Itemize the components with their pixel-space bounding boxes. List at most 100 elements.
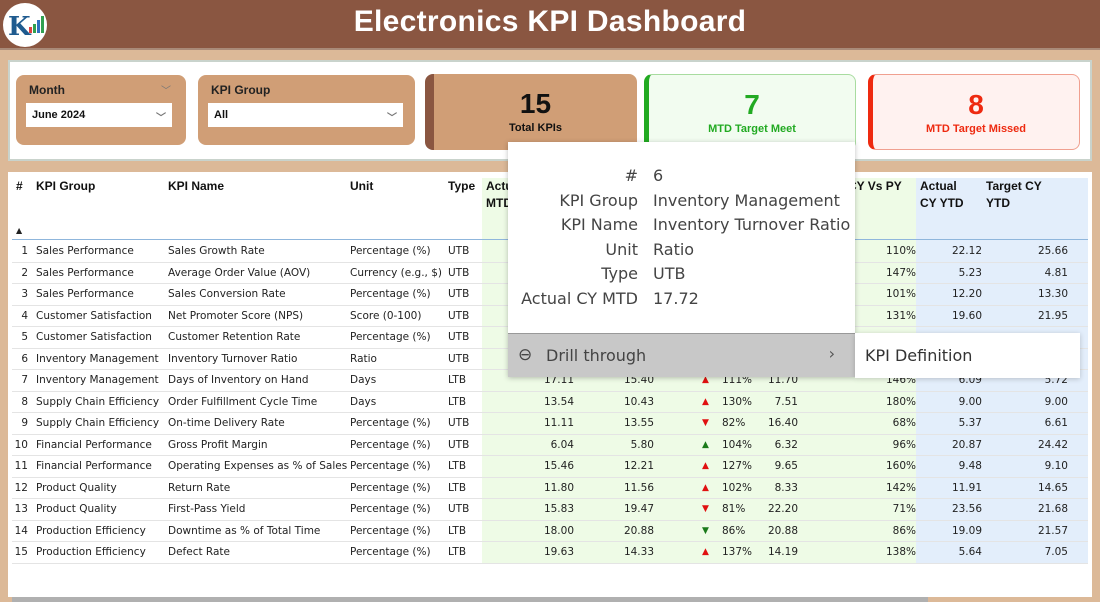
drill-through-icon: ⊖ bbox=[518, 345, 533, 365]
cell-py: 7.51 bbox=[774, 395, 798, 408]
cell-unit: Percentage (%) bbox=[350, 245, 431, 257]
target-missed-value: 8 bbox=[968, 89, 984, 120]
cell-a: 15.83 bbox=[543, 503, 574, 515]
cell-name: Inventory Turnover Ratio bbox=[168, 352, 298, 365]
target-meet-value: 7 bbox=[744, 89, 760, 120]
horizontal-scrollbar[interactable] bbox=[12, 597, 928, 602]
cell-a: 18.00 bbox=[543, 524, 574, 537]
table-row[interactable]: 8 Supply Chain Efficiency Order Fulfillmen… bbox=[12, 392, 1088, 413]
month-value: June 2024 bbox=[32, 109, 86, 121]
cell-ty: 21.68 bbox=[1037, 503, 1068, 515]
header-num[interactable]: # bbox=[16, 178, 23, 195]
cell-vpy: 160% bbox=[885, 460, 916, 472]
tooltip-value: 6 bbox=[653, 166, 664, 185]
cell-ay: 23.56 bbox=[951, 503, 982, 515]
cell-ay: 9.48 bbox=[958, 460, 982, 472]
sort-asc-icon[interactable]: ▲ bbox=[16, 226, 22, 235]
tooltip-field: KPI Name Inventory Turnover Ratio bbox=[508, 215, 855, 239]
target-meet-label: MTD Target Meet bbox=[708, 123, 796, 135]
header-type[interactable]: Type bbox=[448, 178, 475, 195]
table-row[interactable]: 12 Product Quality Return Rate Percentage (… bbox=[12, 478, 1088, 499]
cell-t: 20.88 bbox=[623, 524, 654, 537]
header-target-cy-ytd[interactable]: Target CY YTD bbox=[986, 178, 1066, 212]
cell-type: LTB bbox=[448, 481, 467, 494]
cell-py: 20.88 bbox=[767, 524, 798, 537]
cell-unit: Percentage (%) bbox=[350, 331, 431, 343]
cell-py: 14.19 bbox=[767, 546, 798, 558]
month-slicer: Month ﹀ June 2024 ﹀ bbox=[16, 75, 186, 145]
cell-a: 6.04 bbox=[550, 438, 574, 451]
cell-ty: 4.81 bbox=[1044, 266, 1068, 279]
tooltip-key: Type bbox=[601, 264, 638, 283]
arrow-up-icon: ▲ bbox=[702, 396, 709, 407]
cell-name: Operating Expenses as % of Sales bbox=[168, 460, 348, 472]
cell-group: Product Quality bbox=[36, 503, 117, 515]
header-kpi-name[interactable]: KPI Name bbox=[168, 178, 224, 195]
cell-ay: 12.20 bbox=[951, 288, 982, 300]
cell-py: 9.65 bbox=[774, 460, 798, 472]
table-row[interactable]: 13 Product Quality First-Pass Yield Percent… bbox=[12, 499, 1088, 521]
header-kpi-group[interactable]: KPI Group bbox=[36, 178, 95, 195]
cell-n: 6 bbox=[21, 352, 28, 365]
arrow-down-icon: ▼ bbox=[702, 525, 709, 536]
submenu-kpi-definition[interactable]: KPI Definition bbox=[855, 333, 1080, 378]
cell-type: UTB bbox=[448, 417, 470, 429]
header-unit[interactable]: Unit bbox=[350, 178, 373, 195]
tooltip-key: Unit bbox=[605, 239, 638, 259]
header-actual-cy-ytd[interactable]: Actual CY YTD bbox=[920, 178, 975, 212]
table-row[interactable]: 10 Financial Performance Gross Profit Marg… bbox=[12, 435, 1088, 456]
cell-name: Gross Profit Margin bbox=[168, 438, 268, 451]
cell-type: UTB bbox=[448, 266, 470, 279]
cell-unit: Score (0-100) bbox=[350, 309, 422, 322]
total-kpis-card: 15 Total KPIs bbox=[425, 74, 637, 150]
cell-name: On-time Delivery Rate bbox=[168, 417, 285, 429]
cell-t: 13.55 bbox=[623, 417, 654, 429]
kpi-group-dropdown[interactable]: All ﹀ bbox=[208, 103, 403, 127]
cell-group: Inventory Management bbox=[36, 352, 159, 365]
cell-ty: 21.95 bbox=[1037, 309, 1068, 322]
month-label: Month bbox=[29, 83, 65, 97]
target-missed-label: MTD Target Missed bbox=[925, 123, 1027, 135]
cell-name: Defect Rate bbox=[168, 546, 231, 558]
drill-through-menu-item[interactable]: ⊖ Drill through › bbox=[508, 333, 855, 377]
target-meet-card: 7 MTD Target Meet bbox=[644, 74, 856, 150]
arrow-up-icon: ▲ bbox=[702, 439, 709, 450]
target-missed-card: 8 MTD Target Missed bbox=[868, 74, 1080, 150]
cell-type: LTB bbox=[448, 546, 467, 558]
cell-vpy: 68% bbox=[892, 417, 916, 429]
row-tooltip: #6 KPI Group Inventory Management KPI Name I… bbox=[508, 142, 855, 377]
cell-unit: Percentage (%) bbox=[350, 417, 431, 429]
tooltip-key: KPI Group bbox=[559, 190, 638, 210]
total-kpis-value: 15 bbox=[519, 88, 552, 119]
month-dropdown[interactable]: June 2024 ﹀ bbox=[26, 103, 172, 127]
kpi-group-slicer: KPI Group All ﹀ bbox=[198, 75, 415, 145]
cell-type: UTB bbox=[448, 245, 470, 257]
kpi-group-label: KPI Group bbox=[211, 83, 271, 97]
cell-group: Financial Performance bbox=[36, 438, 152, 451]
cell-n: 14 bbox=[14, 524, 28, 537]
cell-n: 5 bbox=[21, 331, 28, 343]
cell-name: Sales Growth Rate bbox=[168, 245, 265, 257]
cell-unit: Percentage (%) bbox=[350, 460, 431, 472]
cell-unit: Percentage (%) bbox=[350, 288, 431, 300]
cell-name: Net Promoter Score (NPS) bbox=[168, 309, 304, 322]
cell-type: LTB bbox=[448, 524, 467, 537]
cell-ty: 9.10 bbox=[1044, 460, 1068, 472]
cell-unit: Percentage (%) bbox=[350, 481, 431, 494]
table-row[interactable]: 11 Financial Performance Operating Expense… bbox=[12, 456, 1088, 478]
cell-vpy: 71% bbox=[892, 503, 916, 515]
tooltip-value: 17.72 bbox=[653, 288, 699, 308]
cell-group: Sales Performance bbox=[36, 266, 134, 279]
table-row[interactable]: 15 Production Efficiency Defect Rate Percen… bbox=[12, 542, 1088, 564]
arrow-up-icon: ▲ bbox=[702, 547, 709, 557]
table-row[interactable]: 14 Production Efficiency Downtime as % of … bbox=[12, 521, 1088, 542]
header-bar: K Electronics KPI Dashboard bbox=[0, 0, 1100, 50]
chevron-down-icon[interactable]: ﹀ bbox=[161, 82, 171, 97]
cell-group: Supply Chain Efficiency bbox=[36, 395, 160, 408]
tooltip-field: KPI Group Inventory Management bbox=[508, 191, 855, 215]
cell-unit: Percentage (%) bbox=[350, 503, 431, 515]
cell-group: Sales Performance bbox=[36, 288, 134, 300]
cell-py: 6.32 bbox=[774, 438, 798, 451]
table-row[interactable]: 9 Supply Chain Efficiency On-time Delivery… bbox=[12, 413, 1088, 435]
cell-vpy: 86% bbox=[892, 524, 916, 537]
